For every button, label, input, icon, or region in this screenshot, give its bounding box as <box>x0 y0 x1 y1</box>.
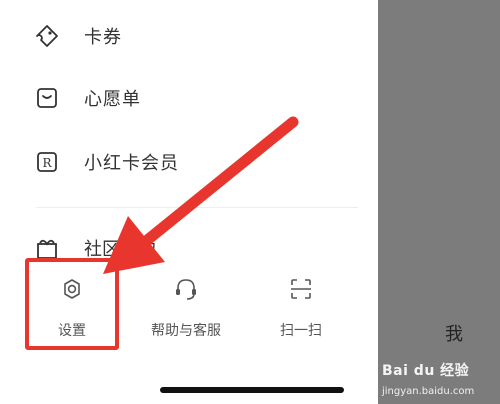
help-support-label: 帮助与客服 <box>151 323 221 339</box>
help-support-button[interactable]: 帮助与客服 <box>141 270 231 344</box>
scan-button[interactable]: 扫一扫 <box>256 270 346 344</box>
scan-icon <box>286 274 316 304</box>
coupon-icon <box>34 23 60 49</box>
menu-item-label: 卡券 <box>84 27 122 48</box>
watermark-logo-text: Bai du 经验 <box>382 363 470 379</box>
watermark-url: jingyan.baidu.com <box>382 386 475 397</box>
gift-icon <box>34 236 60 260</box>
settings-highlight-box <box>25 258 119 350</box>
tab-me[interactable]: 我 <box>445 320 463 346</box>
menu-item-coupons[interactable]: 卡券 <box>34 16 122 56</box>
membership-r-icon: R <box>34 149 60 175</box>
menu-item-community-rules[interactable]: 社区公约 <box>34 236 156 260</box>
side-drawer: 卡券 心愿单 R 小红卡会员 社区公约 设置 帮助与客服 扫一扫 <box>0 0 378 404</box>
menu-item-wishlist[interactable]: 心愿单 <box>34 78 141 118</box>
menu-item-membership[interactable]: R 小红卡会员 <box>34 142 179 182</box>
svg-text:R: R <box>42 156 52 170</box>
menu-item-label: 小红卡会员 <box>84 153 179 174</box>
wishlist-icon <box>34 85 60 111</box>
menu-item-label: 心愿单 <box>84 89 141 110</box>
scan-label: 扫一扫 <box>280 323 322 339</box>
menu-item-label: 社区公约 <box>84 239 156 260</box>
home-indicator[interactable] <box>160 387 344 393</box>
menu-divider <box>36 207 358 208</box>
dimmed-overlay[interactable] <box>378 0 500 404</box>
headset-icon <box>171 274 201 304</box>
